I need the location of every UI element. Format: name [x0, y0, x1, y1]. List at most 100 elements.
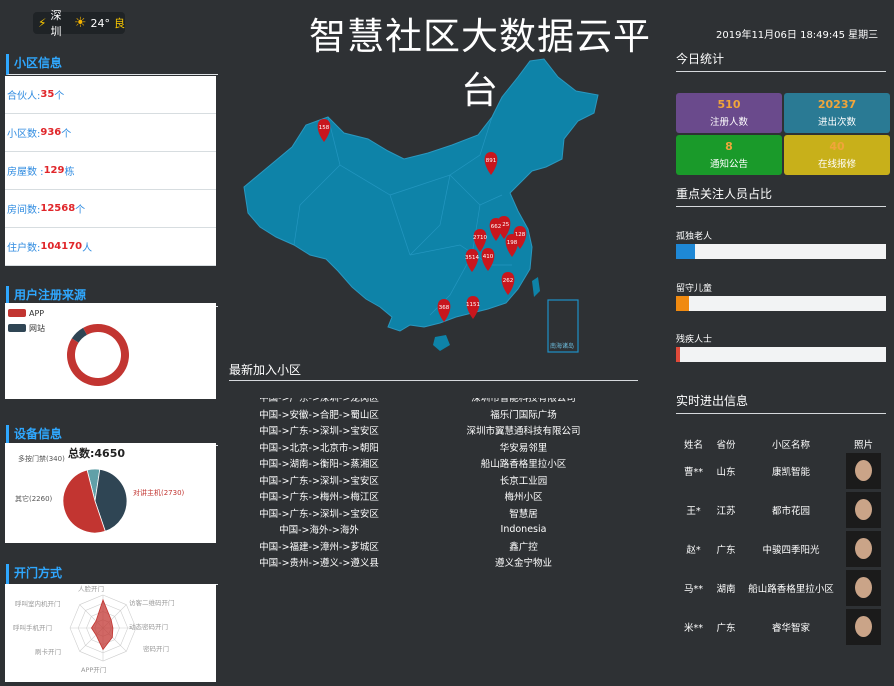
- photo-cell: [841, 609, 886, 645]
- person-name: 曹**: [683, 467, 703, 478]
- hainan-island: [433, 335, 450, 351]
- info-label: 房间数:: [7, 205, 41, 216]
- focus-bar-track: [676, 296, 886, 311]
- table-row[interactable]: 王* 江苏 都市花园: [676, 491, 886, 529]
- info-unit: 个: [54, 91, 65, 102]
- map-marker[interactable]: 1151: [466, 296, 480, 319]
- stat-card[interactable]: 510 注册人数: [676, 93, 782, 133]
- weather-city: 深圳: [50, 9, 62, 38]
- marker-label: 2710: [473, 235, 487, 241]
- china-map[interactable]: 南海诸岛 15889172566212827101983514 410262115…: [240, 55, 610, 360]
- divider: [229, 380, 638, 381]
- table-row[interactable]: 赵* 广东 中骏四季阳光: [676, 530, 886, 568]
- realtime-title: 实时进出信息: [676, 394, 749, 408]
- list-item[interactable]: 中国->湖南->衡阳->蒸湘区 船山路香格里拉小区: [229, 455, 638, 472]
- list-item[interactable]: 中国->广东->深圳->龙岗区 深圳市智能科技有限公司: [229, 398, 638, 406]
- radar-axis-label: 动态密码开门: [129, 622, 168, 631]
- photo-cell: [841, 570, 886, 606]
- focus-label: 留守儿童: [676, 284, 713, 294]
- legend-swatch-app[interactable]: [8, 309, 26, 317]
- info-row: 房间数: 12568 个: [5, 190, 216, 228]
- community-name: 船山路香格里拉小区: [480, 459, 567, 471]
- person-province: 广东: [716, 623, 736, 634]
- table-row[interactable]: 米** 广东 睿华智家: [676, 608, 886, 646]
- south-sea-inset: 南海诸岛: [547, 299, 579, 353]
- header-community: 小区名称: [771, 440, 810, 451]
- info-row: 小区数: 936 个: [5, 114, 216, 152]
- list-item[interactable]: 中国->广东->深圳->宝安区 智慧居: [229, 505, 638, 522]
- open-methods-panel: 人脸开门 访客二维码开门 动态密码开门 密码开门 APP开门 刷卡开门 呼叫手机开门 呼叫室内…: [5, 584, 216, 682]
- person-province: 江苏: [716, 506, 736, 517]
- community-path: 中国->北京->北京市->朝阳: [259, 442, 379, 454]
- person-province: 山东: [716, 467, 736, 478]
- stat-label: 通知公告: [709, 159, 748, 170]
- divider: [676, 413, 886, 414]
- list-item[interactable]: 中国->广东->深圳->宝安区 深圳市翼慧通科技有限公司: [229, 422, 638, 439]
- person-photo[interactable]: [846, 453, 881, 489]
- community-path: 中国->福建->漳州->芗城区: [259, 541, 379, 553]
- new-communities-list[interactable]: 中国->广东->深圳->龙岗区 深圳市智能科技有限公司 中国->安徽->合肥->蜀山…: [229, 398, 638, 570]
- community-name: 深圳市翼慧通科技有限公司: [466, 426, 581, 438]
- device-label-other: 其它(2260): [15, 494, 53, 503]
- community-name: 梅州小区: [504, 492, 543, 504]
- header-province: 省份: [716, 440, 736, 451]
- focus-bar-fill: [676, 347, 681, 362]
- focus-label: 孤独老人: [676, 232, 713, 242]
- device-pie: [62, 468, 128, 534]
- divider: [676, 206, 886, 207]
- marker-label: 891: [486, 158, 497, 164]
- face-thumbnail: [855, 616, 872, 637]
- person-photo[interactable]: [846, 570, 881, 606]
- marker-label: 3514: [465, 255, 479, 261]
- person-photo[interactable]: [846, 531, 881, 567]
- device-label-intercom: 对讲主机(2730): [133, 488, 185, 497]
- community-path: 中国->广东->梅州->梅江区: [259, 492, 379, 504]
- person-province: 湖南: [716, 584, 736, 595]
- info-row: 合伙人: 35 个: [5, 76, 216, 114]
- list-item[interactable]: 中国->海外->海外 Indonesia: [229, 521, 638, 538]
- info-row: 住户数: 104170 人: [5, 228, 216, 266]
- focus-people-title: 重点关注人员占比: [676, 187, 773, 201]
- marker-label: 1151: [466, 302, 480, 308]
- header-name: 姓名: [683, 440, 703, 451]
- community-name: 鑫广控: [509, 541, 538, 553]
- marker-label: 262: [503, 278, 514, 284]
- stat-card[interactable]: 20237 进出次数: [784, 93, 890, 133]
- device-label-doors: 多按门禁(340): [18, 454, 65, 463]
- person-photo[interactable]: [846, 609, 881, 645]
- list-item[interactable]: 中国->北京->北京市->朝阳 华安易邻里: [229, 439, 638, 456]
- focus-bar-fill: [676, 296, 689, 311]
- focus-label: 残疾人士: [676, 335, 713, 345]
- table-row[interactable]: 曹** 山东 康凯智能: [676, 452, 886, 490]
- legend-label-app: APP: [29, 309, 44, 318]
- community-name: 遵义金宁物业: [494, 558, 552, 570]
- stat-card[interactable]: 40 在线报修: [784, 135, 890, 175]
- divider: [676, 71, 886, 72]
- legend-label-web: 网站: [29, 323, 45, 333]
- info-unit: 栋: [64, 167, 75, 178]
- photo-cell: [841, 531, 886, 567]
- china-map-shape[interactable]: [243, 58, 599, 332]
- list-item[interactable]: 中国->福建->漳州->芗城区 鑫广控: [229, 538, 638, 555]
- community-path: 中国->安徽->合肥->蜀山区: [259, 409, 379, 421]
- info-value: 104170: [40, 241, 83, 252]
- list-item[interactable]: 中国->广东->深圳->宝安区 长京工业园: [229, 472, 638, 489]
- person-province: 广东: [716, 545, 736, 556]
- header-photo: 照片: [853, 440, 873, 451]
- table-row[interactable]: 马** 湖南 船山路香格里拉小区: [676, 569, 886, 607]
- face-thumbnail: [855, 538, 872, 559]
- open-methods-radar: 人脸开门访客二维码开门动态密码开门密码开门 APP开门 刷卡开门 呼叫手机开门呼叫室内…: [13, 584, 175, 674]
- list-item[interactable]: 中国->安徽->合肥->蜀山区 福乐门国际广场: [229, 406, 638, 423]
- marker-label: 198: [507, 240, 518, 246]
- stat-label: 进出次数: [817, 117, 856, 128]
- person-photo[interactable]: [846, 492, 881, 528]
- realtime-header: 姓名 省份 小区名称 照片: [676, 437, 886, 451]
- face-thumbnail: [855, 499, 872, 520]
- list-item[interactable]: 中国->广东->梅州->梅江区 梅州小区: [229, 488, 638, 505]
- stat-card[interactable]: 8 通知公告: [676, 135, 782, 175]
- radar-axis-label: 呼叫室内机开门: [15, 599, 61, 608]
- legend-swatch-web[interactable]: [8, 324, 26, 332]
- list-item[interactable]: 中国->贵州->遵义->遵义县 遵义金宁物业: [229, 554, 638, 570]
- community-path: 中国->广东->深圳->宝安区: [259, 475, 379, 487]
- person-community: 中骏四季阳光: [762, 545, 820, 556]
